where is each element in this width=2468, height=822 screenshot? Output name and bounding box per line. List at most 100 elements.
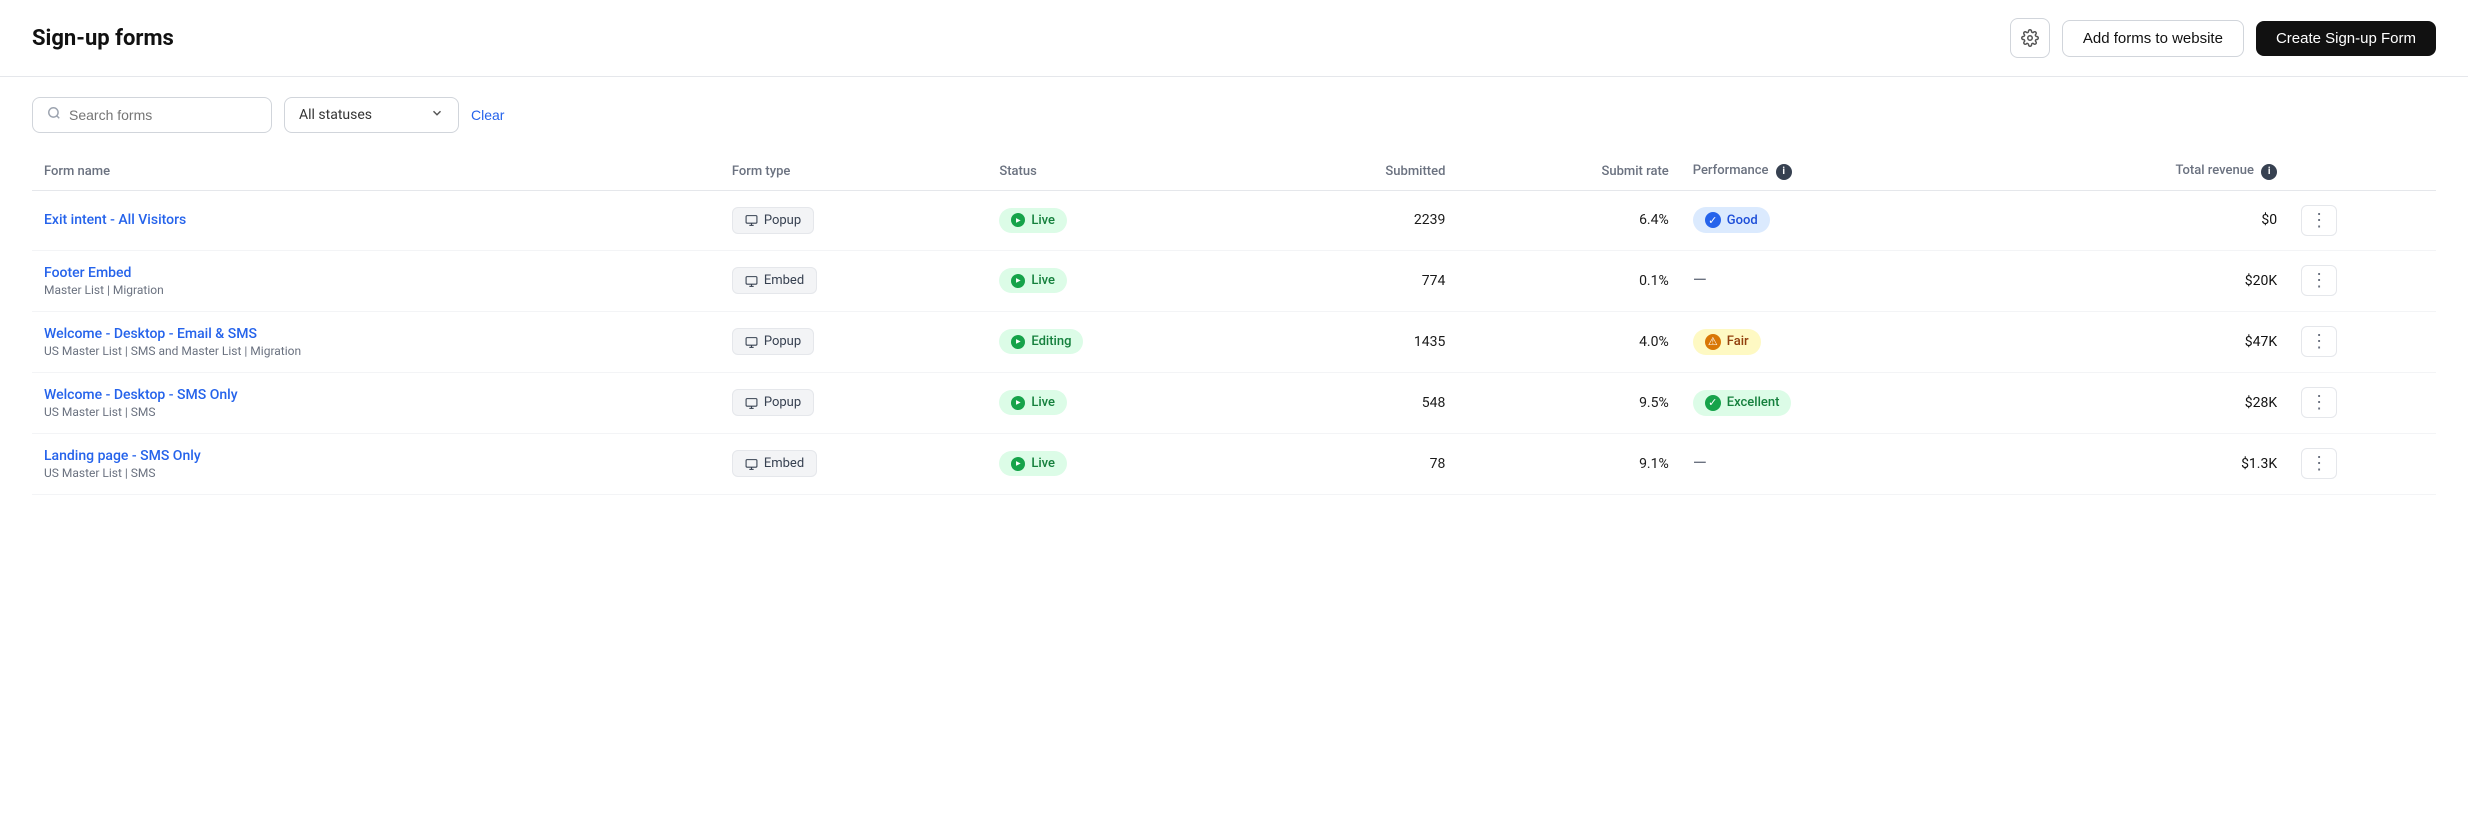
- status-cell: Live: [987, 250, 1252, 311]
- more-options-button[interactable]: ⋮: [2301, 205, 2337, 236]
- form-type-cell: Embed: [720, 433, 988, 494]
- actions-cell: ⋮: [2289, 250, 2436, 311]
- search-icon: [47, 106, 61, 124]
- col-form-name: Form name: [32, 153, 720, 190]
- col-form-type: Form type: [720, 153, 988, 190]
- status-cell: Editing: [987, 311, 1252, 372]
- status-select[interactable]: All statuses: [284, 97, 459, 133]
- actions-cell: ⋮: [2289, 372, 2436, 433]
- form-name-cell: Footer Embed Master List | Migration: [32, 250, 720, 311]
- status-select-value: All statuses: [299, 107, 372, 123]
- form-name-link[interactable]: Landing page - SMS Only: [44, 448, 201, 464]
- submitted-cell: 1435: [1252, 311, 1458, 372]
- chevron-down-icon: [430, 106, 444, 124]
- table-row: Welcome - Desktop - SMS Only US Master L…: [32, 372, 2436, 433]
- form-type-cell: Popup: [720, 372, 988, 433]
- col-status: Status: [987, 153, 1252, 190]
- form-name-cell: Welcome - Desktop - Email & SMS US Maste…: [32, 311, 720, 372]
- form-name-cell: Welcome - Desktop - SMS Only US Master L…: [32, 372, 720, 433]
- actions-cell: ⋮: [2289, 190, 2436, 250]
- form-type-badge: Popup: [732, 328, 814, 355]
- form-name-link[interactable]: Exit intent - All Visitors: [44, 212, 186, 228]
- actions-cell: ⋮: [2289, 311, 2436, 372]
- status-badge: Live: [999, 390, 1067, 415]
- page-title: Sign-up forms: [32, 26, 174, 51]
- form-name-link[interactable]: Footer Embed: [44, 265, 131, 281]
- forms-table: Form name Form type Status Submitted Sub…: [32, 153, 2436, 495]
- revenue-cell: $20K: [1982, 250, 2289, 311]
- revenue-cell: $28K: [1982, 372, 2289, 433]
- performance-badge: ✓ Good: [1693, 207, 1770, 233]
- more-options-button[interactable]: ⋮: [2301, 448, 2337, 479]
- submit-rate-cell: 6.4%: [1457, 190, 1680, 250]
- performance-dash: —: [1693, 453, 1707, 474]
- form-type-icon: [745, 213, 758, 227]
- more-options-button[interactable]: ⋮: [2301, 387, 2337, 418]
- form-type-badge: Embed: [732, 267, 817, 294]
- performance-cell: ✓ Excellent: [1681, 372, 1982, 433]
- performance-cell: —: [1681, 433, 1982, 494]
- add-forms-button[interactable]: Add forms to website: [2062, 20, 2244, 57]
- filters-bar: All statuses Clear: [0, 77, 2468, 153]
- col-submitted: Submitted: [1252, 153, 1458, 190]
- page-header: Sign-up forms Add forms to website Creat…: [0, 0, 2468, 77]
- submitted-cell: 2239: [1252, 190, 1458, 250]
- table-row: Welcome - Desktop - Email & SMS US Maste…: [32, 311, 2436, 372]
- submit-rate-cell: 9.5%: [1457, 372, 1680, 433]
- form-type-cell: Popup: [720, 190, 988, 250]
- performance-cell: —: [1681, 250, 1982, 311]
- performance-cell: ⚠ Fair: [1681, 311, 1982, 372]
- revenue-cell: $1.3K: [1982, 433, 2289, 494]
- col-total-revenue: Total revenue i: [1982, 153, 2289, 190]
- table-row: Landing page - SMS Only US Master List |…: [32, 433, 2436, 494]
- performance-cell: ✓ Good: [1681, 190, 1982, 250]
- header-actions: Add forms to website Create Sign-up Form: [2010, 18, 2436, 58]
- form-type-icon: [745, 456, 758, 470]
- settings-button[interactable]: [2010, 18, 2050, 58]
- submit-rate-cell: 0.1%: [1457, 250, 1680, 311]
- submitted-cell: 78: [1252, 433, 1458, 494]
- col-performance: Performance i: [1681, 153, 1982, 190]
- status-cell: Live: [987, 190, 1252, 250]
- revenue-info-icon[interactable]: i: [2261, 164, 2277, 180]
- submitted-cell: 774: [1252, 250, 1458, 311]
- form-name-link[interactable]: Welcome - Desktop - SMS Only: [44, 387, 238, 403]
- revenue-cell: $47K: [1982, 311, 2289, 372]
- status-cell: Live: [987, 433, 1252, 494]
- performance-info-icon[interactable]: i: [1776, 164, 1792, 180]
- forms-table-container: Form name Form type Status Submitted Sub…: [0, 153, 2468, 495]
- performance-badge: ✓ Excellent: [1693, 390, 1792, 416]
- status-badge: Editing: [999, 329, 1083, 354]
- form-type-cell: Popup: [720, 311, 988, 372]
- status-badge: Live: [999, 208, 1067, 233]
- form-type-badge: Popup: [732, 207, 814, 234]
- submit-rate-cell: 4.0%: [1457, 311, 1680, 372]
- submitted-cell: 548: [1252, 372, 1458, 433]
- form-name-cell: Exit intent - All Visitors: [32, 190, 720, 250]
- search-box[interactable]: [32, 97, 272, 133]
- table-row: Exit intent - All Visitors Popup Live 22…: [32, 190, 2436, 250]
- revenue-cell: $0: [1982, 190, 2289, 250]
- form-type-badge: Popup: [732, 389, 814, 416]
- create-signup-form-button[interactable]: Create Sign-up Form: [2256, 21, 2436, 56]
- more-options-button[interactable]: ⋮: [2301, 265, 2337, 296]
- form-type-icon: [745, 273, 758, 287]
- form-name-link[interactable]: Welcome - Desktop - Email & SMS: [44, 326, 257, 342]
- form-type-badge: Embed: [732, 450, 817, 477]
- submit-rate-cell: 9.1%: [1457, 433, 1680, 494]
- form-type-icon: [745, 395, 758, 409]
- search-input[interactable]: [69, 107, 257, 123]
- status-badge: Live: [999, 451, 1067, 476]
- col-submit-rate: Submit rate: [1457, 153, 1680, 190]
- form-name-cell: Landing page - SMS Only US Master List |…: [32, 433, 720, 494]
- col-actions: [2289, 153, 2436, 190]
- more-options-button[interactable]: ⋮: [2301, 326, 2337, 357]
- performance-dash: —: [1693, 270, 1707, 291]
- status-cell: Live: [987, 372, 1252, 433]
- actions-cell: ⋮: [2289, 433, 2436, 494]
- table-row: Footer Embed Master List | Migration Emb…: [32, 250, 2436, 311]
- form-type-cell: Embed: [720, 250, 988, 311]
- status-badge: Live: [999, 268, 1067, 293]
- performance-badge: ⚠ Fair: [1693, 329, 1761, 355]
- clear-button[interactable]: Clear: [471, 107, 504, 123]
